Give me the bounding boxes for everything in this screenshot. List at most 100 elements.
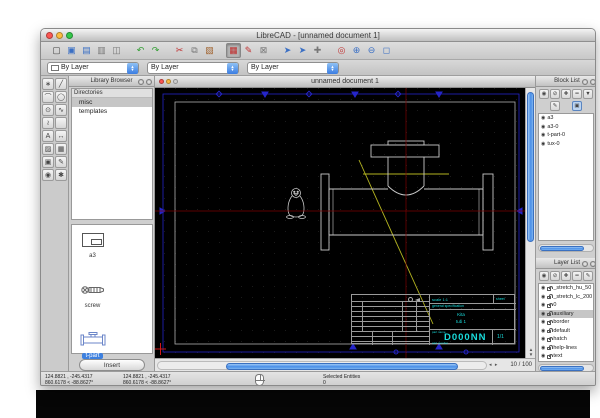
- eye-icon[interactable]: ◉: [541, 336, 545, 342]
- eraser-button[interactable]: ⊠: [256, 43, 271, 58]
- ellipse-tool-button[interactable]: ⊙: [42, 104, 54, 116]
- directory-item-templates[interactable]: templates: [72, 107, 152, 116]
- block-tool-button[interactable]: ▣: [42, 156, 54, 168]
- lock-icon[interactable]: [547, 311, 553, 316]
- block-insert-button[interactable]: ▼: [583, 89, 593, 99]
- layer-row[interactable]: ◉ border: [539, 318, 593, 327]
- eye-icon[interactable]: ◉: [541, 115, 545, 121]
- block-row-a3[interactable]: ◉ a3: [539, 114, 593, 123]
- block-add-button[interactable]: ✚: [561, 89, 571, 99]
- minimize-button[interactable]: [56, 31, 63, 39]
- modify-tool-button[interactable]: ✎: [55, 156, 67, 168]
- eye-icon[interactable]: ◉: [541, 141, 545, 147]
- doc-minimize-button[interactable]: [166, 79, 171, 84]
- redo-button[interactable]: ↷: [148, 43, 163, 58]
- library-item-screw[interactable]: screw: [72, 279, 113, 329]
- layer-remove-button[interactable]: ━: [572, 271, 582, 281]
- draw-pen-button[interactable]: ✎: [241, 43, 256, 58]
- lock-icon[interactable]: [547, 336, 553, 342]
- layer-row[interactable]: ◉ help-lines: [539, 344, 593, 353]
- horizontal-scroll-thumb[interactable]: [226, 362, 458, 370]
- dock-float-button[interactable]: [138, 78, 144, 85]
- layer-add-button[interactable]: ✚: [561, 271, 571, 281]
- canvas-vertical-scrollbar[interactable]: ▲ ▼: [525, 88, 535, 358]
- dock-close-button[interactable]: [590, 260, 595, 267]
- print-preview-button[interactable]: ◫: [109, 43, 124, 58]
- library-item-a3[interactable]: a3: [72, 229, 113, 279]
- block-row-t-part-0[interactable]: ◉ t-part-0: [539, 131, 593, 140]
- snap-grid-button[interactable]: ▦: [226, 43, 241, 58]
- paste-button[interactable]: ▧: [202, 43, 217, 58]
- dock-float-button[interactable]: [582, 260, 588, 267]
- doc-zoom-button[interactable]: [173, 79, 178, 84]
- polyline-tool-button[interactable]: ≀: [42, 117, 54, 129]
- library-browser-header[interactable]: Library Browser: [69, 76, 154, 87]
- linetype-combo[interactable]: By Layer ▲ ▼: [247, 61, 339, 74]
- layer-list-header[interactable]: Layer List: [536, 258, 595, 269]
- dock-close-button[interactable]: [590, 78, 595, 85]
- block-row-tux-0[interactable]: ◉ tux-0: [539, 140, 593, 149]
- zoom-in-button[interactable]: ⊕: [349, 43, 364, 58]
- block-list-scrollbar[interactable]: [538, 244, 594, 252]
- layer-row-selected[interactable]: ◉ auxiliary: [539, 309, 593, 318]
- linewidth-combo[interactable]: By Layer ▲ ▼: [147, 61, 239, 74]
- directory-item-misc[interactable]: misc: [72, 98, 152, 107]
- drawing-canvas[interactable]: scale 1:1 sheet general specification Ki…: [155, 88, 525, 358]
- close-button[interactable]: [46, 31, 53, 39]
- layer-hide-all-button[interactable]: ⊘: [550, 271, 560, 281]
- undo-button[interactable]: ↶: [133, 43, 148, 58]
- eye-icon[interactable]: ◉: [541, 285, 545, 291]
- open-file-button[interactable]: ▣: [64, 43, 79, 58]
- block-show-all-button[interactable]: ◉: [539, 89, 549, 99]
- scroll-arrow-icons[interactable]: ◂ ▸: [489, 362, 498, 368]
- lock-icon[interactable]: [547, 345, 553, 350]
- lock-icon[interactable]: [547, 285, 553, 291]
- lock-icon[interactable]: [547, 353, 553, 359]
- cut-button[interactable]: ✂: [172, 43, 187, 58]
- arc-tool-button[interactable]: ⌒: [42, 91, 54, 103]
- color-combo[interactable]: By Layer ▲ ▼: [47, 61, 139, 74]
- lock-icon[interactable]: [547, 302, 553, 308]
- deselect-pointer-button[interactable]: ➤: [295, 43, 310, 58]
- dock-close-button[interactable]: [146, 78, 152, 85]
- block-edit-button[interactable]: ✎: [550, 101, 560, 111]
- explode-tool-button[interactable]: ✱: [55, 169, 67, 181]
- image-tool-button[interactable]: ▦: [55, 143, 67, 155]
- eye-icon[interactable]: ◉: [541, 319, 545, 325]
- hatch-tool-button[interactable]: ▨: [42, 143, 54, 155]
- copy-button[interactable]: ⧉: [187, 43, 202, 58]
- line-tool-button[interactable]: ╱: [55, 78, 67, 90]
- eye-icon[interactable]: ◉: [541, 311, 545, 317]
- layer-row[interactable]: ◉ _stretch_lc_200: [539, 293, 593, 302]
- point-tool-button[interactable]: ∗: [42, 78, 54, 90]
- text-tool-button[interactable]: A: [42, 130, 54, 142]
- t-part-drawing[interactable]: [320, 140, 494, 251]
- zoom-auto-button[interactable]: ◎: [334, 43, 349, 58]
- eye-icon[interactable]: ◉: [541, 353, 545, 359]
- layer-row[interactable]: ◉ hatch: [539, 335, 593, 344]
- zoom-out-button[interactable]: ⊖: [364, 43, 379, 58]
- layer-row[interactable]: ◉ default: [539, 327, 593, 336]
- eye-icon[interactable]: ◉: [541, 345, 545, 351]
- scroll-thumb[interactable]: [540, 246, 584, 251]
- layer-edit-button[interactable]: ✎: [583, 271, 593, 281]
- select-pointer-button[interactable]: ➤: [280, 43, 295, 58]
- eye-icon[interactable]: ◉: [541, 124, 545, 130]
- document-window-titlebar[interactable]: unnamed document 1: [155, 76, 535, 88]
- layer-row[interactable]: ◉ text: [539, 352, 593, 361]
- vertical-scroll-thumb[interactable]: [527, 92, 534, 242]
- spline-tool-button[interactable]: ∿: [55, 104, 67, 116]
- lock-icon[interactable]: [547, 294, 553, 299]
- measure-tool-button[interactable]: ◉: [42, 169, 54, 181]
- print-button[interactable]: ▥: [94, 43, 109, 58]
- eye-icon[interactable]: ◉: [541, 132, 545, 138]
- block-list-header[interactable]: Block List: [536, 76, 595, 87]
- tux-entity[interactable]: [286, 188, 306, 219]
- eye-icon[interactable]: ◉: [541, 294, 545, 300]
- lock-icon[interactable]: [547, 319, 553, 325]
- insert-button[interactable]: Insert: [79, 359, 145, 371]
- block-row-a3-0[interactable]: ◉ a3-0: [539, 123, 593, 132]
- circle-tool-button[interactable]: ◯: [55, 91, 67, 103]
- new-file-button[interactable]: ▢: [49, 43, 64, 58]
- canvas-horizontal-scrollbar[interactable]: [157, 361, 487, 370]
